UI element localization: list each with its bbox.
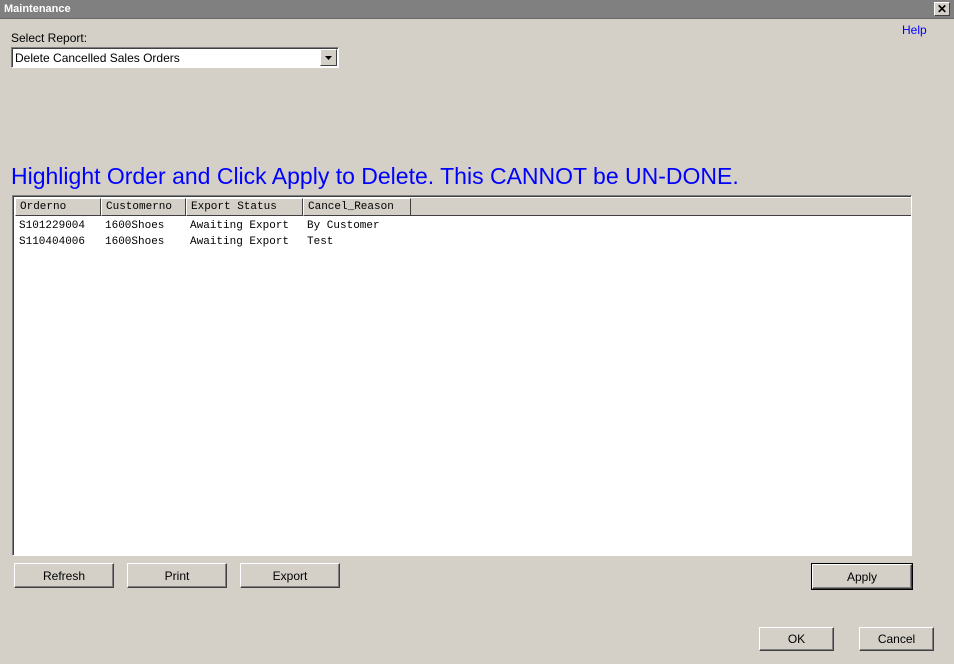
title-bar: Maintenance ✕ [0,0,954,19]
cell-export-status: Awaiting Export [190,236,290,248]
table-body: S101229004 1600Shoes Awaiting Export By … [15,218,411,250]
apply-button[interactable]: Apply [811,563,913,590]
instruction-text: Highlight Order and Click Apply to Delet… [11,163,739,189]
refresh-button[interactable]: Refresh [14,563,114,588]
report-dropdown-button[interactable] [320,49,337,66]
cell-cancel-reason: Test [307,236,334,248]
help-link[interactable]: Help [902,23,927,37]
cell-customerno: 1600Shoes [105,220,165,232]
close-button[interactable]: ✕ [934,2,950,16]
table-row[interactable]: S110404006 1600Shoes Awaiting Export Tes… [15,234,411,250]
report-select-value: Delete Cancelled Sales Orders [15,51,180,65]
column-header-cancel-reason[interactable]: Cancel_Reason [303,198,411,216]
table-row[interactable]: S101229004 1600Shoes Awaiting Export By … [15,218,411,234]
column-header-filler [411,198,911,216]
close-icon: ✕ [936,2,948,16]
report-select[interactable]: Delete Cancelled Sales Orders [11,47,339,68]
cell-orderno: S110404006 [19,236,86,248]
cancel-button[interactable]: Cancel [859,627,934,651]
export-button[interactable]: Export [240,563,340,588]
cell-orderno: S101229004 [19,220,86,232]
chevron-down-icon [325,55,332,60]
cell-customerno: 1600Shoes [105,236,165,248]
orders-table[interactable]: Orderno Customerno Export Status Cancel_… [12,195,912,556]
ok-button[interactable]: OK [759,627,834,651]
window-title: Maintenance [4,3,71,15]
column-header-export-status[interactable]: Export Status [186,198,303,216]
print-button[interactable]: Print [127,563,227,588]
table-header: Orderno Customerno Export Status Cancel_… [15,198,911,216]
cell-cancel-reason: By Customer [307,220,380,232]
column-header-customerno[interactable]: Customerno [101,198,186,216]
column-header-orderno[interactable]: Orderno [15,198,101,216]
select-report-label: Select Report: [11,31,88,45]
maintenance-window: Maintenance ✕ Help Select Report: Delete… [0,0,954,664]
cell-export-status: Awaiting Export [190,220,290,232]
